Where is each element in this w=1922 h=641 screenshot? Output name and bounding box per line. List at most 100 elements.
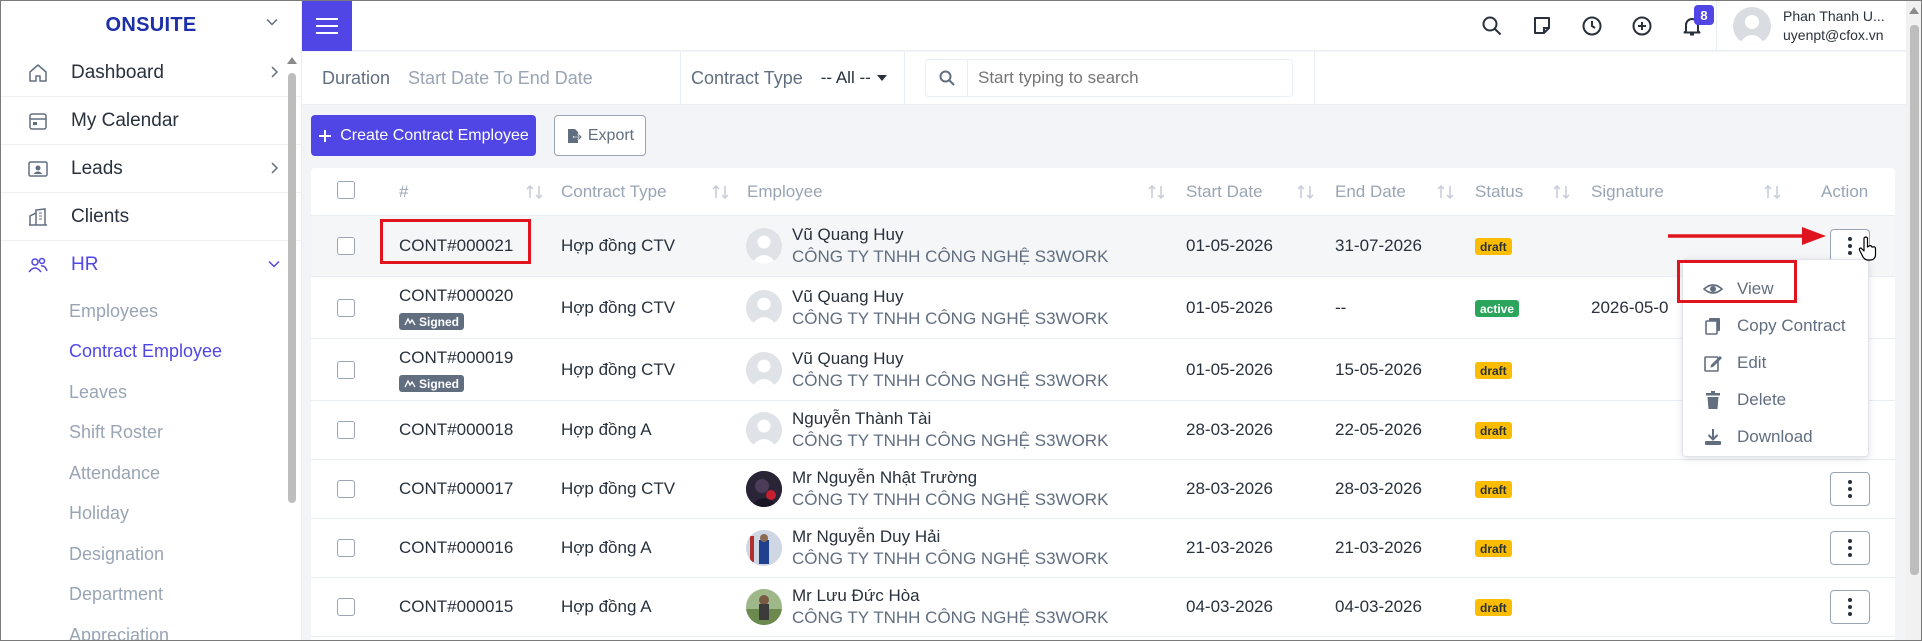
table-row[interactable]: CONT#000021 Hợp đồng CTV Vũ Quang Huy CÔ… [311,216,1895,277]
sidebar-sub-shift-roster[interactable]: Shift Roster [1,413,301,454]
sort-icon[interactable] [711,184,731,200]
sort-icon[interactable] [1436,184,1456,200]
employee-name[interactable]: Mr Lưu Đức Hòa [792,586,920,606]
column-header-status[interactable]: Status [1475,182,1523,202]
sidebar-item-label: My Calendar [71,109,179,131]
contract-id-link[interactable]: CONT#000020 [399,286,513,306]
sidebar-sub-contract-employee[interactable]: Contract Employee [1,332,301,373]
row-checkbox[interactable] [337,299,355,317]
sidebar-sub-holiday[interactable]: Holiday [1,494,301,535]
contract-id-link[interactable]: CONT#000017 [399,479,513,499]
contract-type: Hợp đồng A [561,597,652,616]
sidebar-sub-attendance[interactable]: Attendance [1,453,301,494]
sidebar-item-dashboard[interactable]: Dashboard [1,49,301,97]
contract-type: Hợp đồng CTV [561,479,676,498]
employee-company: CÔNG TY TNHH CÔNG NGHỆ S3WORK [792,431,1109,450]
avatar [1733,7,1771,45]
scrollbar-thumb[interactable] [288,73,296,503]
column-header-employee[interactable]: Employee [747,182,823,202]
status-badge: draft [1475,362,1512,379]
employee-avatar [746,228,782,264]
employee-name[interactable]: Vũ Quang Huy [792,287,904,307]
row-checkbox[interactable] [337,421,355,439]
row-checkbox[interactable] [337,480,355,498]
sidebar-sub-department[interactable]: Department [1,575,301,616]
search-input[interactable] [978,68,1278,88]
sidebar-sub-appreciation[interactable]: Appreciation [1,615,301,640]
sidebar-item-my-calendar[interactable]: My Calendar [1,97,301,145]
menu-item-edit[interactable]: Edit [1683,344,1868,381]
export-button-label: Export [587,126,635,144]
column-header-signature[interactable]: Signature [1591,182,1664,202]
contract-id-link[interactable]: CONT#000016 [399,538,513,558]
sidebar-sub-designation[interactable]: Designation [1,534,301,575]
sort-icon[interactable] [1763,184,1783,200]
sort-icon[interactable] [1147,184,1167,200]
export-button[interactable]: Export [554,115,646,156]
column-header-start-date[interactable]: Start Date [1186,182,1263,202]
row-checkbox[interactable] [337,598,355,616]
employee-name[interactable]: Vũ Quang Huy [792,349,904,369]
sort-icon[interactable] [1296,184,1316,200]
row-checkbox[interactable] [337,539,355,557]
table-header: # Contract Type Employee Start Date End … [311,168,1895,216]
brand-header[interactable]: ONSUITE [1,1,301,49]
select-all-checkbox[interactable] [337,181,355,199]
table-row[interactable]: CONT#000018 Hợp đồng A Nguyễn Thành Tài … [311,401,1895,460]
chevron-right-icon [271,66,279,78]
employee-name[interactable]: Mr Nguyễn Duy Hải [792,527,940,547]
contract-id-link[interactable]: CONT#000018 [399,420,513,440]
sidebar-sub-employees[interactable]: Employees [1,291,301,332]
employee-name[interactable]: Vũ Quang Huy [792,225,904,245]
sidebar-item-hr[interactable]: HR [1,241,301,289]
sidebar-item-leads[interactable]: Leads [1,145,301,193]
column-header-end-date[interactable]: End Date [1335,182,1406,202]
contract-type-select[interactable]: -- All -- [821,68,871,88]
table-row[interactable]: CONT#000015 Hợp đồng A Mr Lưu Đức Hòa CÔ… [311,578,1895,637]
sort-icon[interactable] [525,184,545,200]
window-scrollbar[interactable] [1906,1,1921,640]
row-checkbox[interactable] [337,361,355,379]
search-box[interactable] [925,59,1293,97]
clock-icon[interactable] [1580,14,1604,38]
duration-label: Duration [322,67,391,88]
sidebar-item-clients[interactable]: Clients [1,193,301,241]
building-icon [27,206,49,228]
row-checkbox[interactable] [337,237,355,255]
table-row[interactable]: CONT#000017 Hợp đồng CTV Mr Nguyễn Nhật … [311,460,1895,519]
sidebar-scrollbar[interactable] [286,53,298,640]
table-row[interactable]: CONT#000019 Signed Hợp đồng CTV Vũ Quang… [311,339,1895,401]
menu-item-copy-contract[interactable]: Copy Contract [1683,307,1868,344]
scroll-up-arrow-icon[interactable] [1909,7,1919,14]
download-icon [1703,427,1723,447]
search-icon[interactable] [1480,14,1504,38]
contract-id-link[interactable]: CONT#000019 [399,348,513,368]
menu-item-download[interactable]: Download [1683,418,1868,455]
sidebar-item-label: HR [71,254,99,275]
topbar: 8 Phan Thanh U... uyenpt@cfox.vn [302,1,1921,51]
plus-circle-icon[interactable] [1630,14,1654,38]
contract-type-filter[interactable]: Contract Type -- All -- [681,51,905,105]
duration-filter[interactable]: Duration Start Date To End Date [302,51,681,105]
menu-item-delete[interactable]: Delete [1683,381,1868,418]
row-action-menu-button[interactable] [1830,590,1870,624]
contract-id-link[interactable]: CONT#000015 [399,597,513,617]
scroll-up-arrow-icon[interactable] [287,57,297,64]
column-header-contract-type[interactable]: Contract Type [561,182,667,202]
row-action-menu-button[interactable] [1830,531,1870,565]
employee-name[interactable]: Nguyễn Thành Tài [792,409,931,429]
create-contract-employee-button[interactable]: Create Contract Employee [311,115,536,156]
column-header-id[interactable]: # [399,182,408,202]
table-row[interactable]: CONT#000016 Hợp đồng A Mr Nguyễn Duy Hải… [311,519,1895,578]
sticky-note-icon[interactable] [1530,14,1554,38]
row-action-menu-button[interactable] [1830,472,1870,506]
employee-name[interactable]: Mr Nguyễn Nhật Trường [792,468,977,488]
table-row[interactable]: CONT#000020 Signed Hợp đồng CTV Vũ Quang… [311,277,1895,339]
sort-icon[interactable] [1552,184,1572,200]
hamburger-menu-button[interactable] [302,1,352,51]
users-icon [27,254,49,276]
user-menu[interactable]: Phan Thanh U... uyenpt@cfox.vn [1716,1,1921,51]
employee-company: CÔNG TY TNHH CÔNG NGHỆ S3WORK [792,490,1109,509]
scrollbar-thumb[interactable] [1910,25,1919,575]
sidebar-sub-leaves[interactable]: Leaves [1,372,301,413]
